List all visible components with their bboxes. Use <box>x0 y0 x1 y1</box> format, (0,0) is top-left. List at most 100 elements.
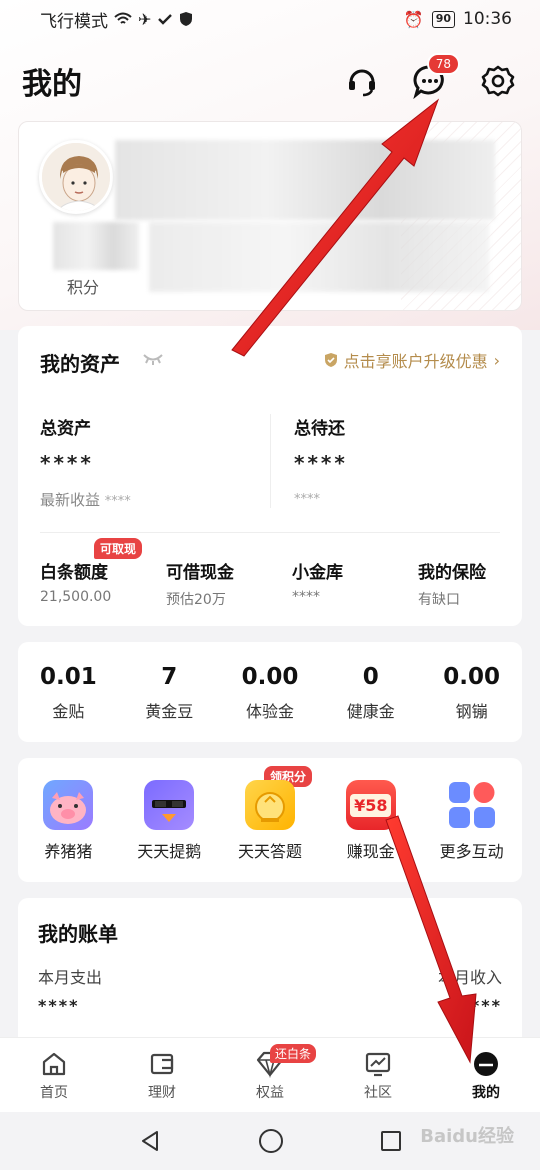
stat-trial-gold[interactable]: 0.00 体验金 <box>220 642 321 742</box>
interactive-games-card: 养猪猪 天天提鹅 领积分 天天答题 ¥58 赚现金 更多互动 <box>18 758 522 882</box>
battery-indicator: 90 <box>431 10 455 28</box>
airplane-icon: ✈ <box>138 9 152 29</box>
tab-label: 理财 <box>148 1085 176 1101</box>
latest-earnings-label: 最新收益 <box>40 491 101 509</box>
stat-label: 健康金 <box>346 702 395 721</box>
game-goose[interactable]: 天天提鹅 <box>119 758 220 882</box>
headset-icon <box>349 69 375 97</box>
hide-eye-icon[interactable] <box>142 352 164 366</box>
home-circle-icon[interactable] <box>258 1128 284 1154</box>
blurred-username <box>115 140 495 220</box>
stat-value: 0.00 <box>443 664 500 690</box>
baitiao-limit-label: 白条额度 <box>40 563 108 583</box>
alarm-icon: ⏰ <box>403 9 424 29</box>
tab-mine[interactable]: 我的 <box>432 1038 540 1112</box>
small-vault[interactable]: 小金库 **** <box>292 558 343 605</box>
baitiao-limit[interactable]: 白条额度 21,500.00 <box>40 558 111 605</box>
repay-badge: 还白条 <box>270 1044 317 1063</box>
upgrade-text: 点击享账户升级优惠 <box>343 352 488 371</box>
tab-finance[interactable]: 理财 <box>108 1038 216 1112</box>
shield-check-icon <box>324 353 337 367</box>
monthly-expense[interactable]: 本月支出 **** <box>38 964 102 1015</box>
tab-community[interactable]: 社区 <box>324 1038 432 1112</box>
stat-label: 金贴 <box>52 702 85 721</box>
monthly-expense-label: 本月支出 <box>38 968 103 987</box>
status-right: ⏰ 90 10:36 <box>404 9 512 29</box>
stat-value: 7 <box>161 664 178 690</box>
total-due-sub: **** <box>294 489 348 507</box>
borrowable-cash[interactable]: 可借现金 预估20万 <box>166 558 234 609</box>
my-insurance-label: 我的保险 <box>418 563 486 583</box>
bottom-tab-bar: 首页 理财 还白条 权益 社区 我的 <box>0 1037 540 1112</box>
recent-apps-icon[interactable] <box>380 1130 402 1152</box>
baitiao-limit-value: 21,500.00 <box>40 589 112 605</box>
home-icon <box>42 1052 66 1076</box>
small-vault-label: 小金库 <box>292 563 343 583</box>
stat-gold-beans[interactable]: 7 黄金豆 <box>119 642 220 742</box>
tab-home[interactable]: 首页 <box>0 1038 108 1112</box>
game-label: 天天答题 <box>237 842 302 861</box>
my-insurance-value: 有缺口 <box>418 592 460 608</box>
wifi-icon <box>114 12 132 24</box>
game-more[interactable]: 更多互动 <box>421 758 522 882</box>
status-bar: 飞行模式 ✈ ⏰ 90 10:36 <box>0 0 540 38</box>
upgrade-link[interactable]: 点击享账户升级优惠 › <box>324 348 500 372</box>
monthly-income[interactable]: 本月收入 **** <box>438 964 502 1015</box>
bill-card[interactable]: 我的账单 本月支出 **** 本月收入 **** <box>18 898 522 1048</box>
chevron-right-icon: › <box>493 350 500 370</box>
pig-icon <box>43 780 94 830</box>
baidu-watermark: Baidu经验 <box>420 1126 514 1147</box>
monthly-expense-value: **** <box>38 996 80 1015</box>
latest-earnings: 最新收益 **** <box>40 489 131 510</box>
row-divider <box>40 532 500 533</box>
tab-label: 权益 <box>256 1085 284 1101</box>
community-icon <box>365 1052 391 1077</box>
game-daily-quiz[interactable]: 领积分 天天答题 <box>220 758 321 882</box>
more-grid-icon <box>447 780 497 830</box>
stat-label: 体验金 <box>245 702 294 721</box>
profile-icon <box>474 1052 498 1076</box>
total-due-label: 总待还 <box>294 419 345 439</box>
monthly-income-label: 本月收入 <box>437 968 502 987</box>
stat-health-gold[interactable]: 0 健康金 <box>320 642 421 742</box>
game-label: 养猪猪 <box>44 842 93 861</box>
game-label: 天天提鹅 <box>137 842 202 861</box>
avatar[interactable] <box>39 140 113 214</box>
total-assets-value: **** <box>40 451 94 475</box>
rewards-stats-card: 0.01 金贴 7 黄金豆 0.00 体验金 0 健康金 0.00 钢镚 <box>18 642 522 742</box>
avatar-face-icon <box>42 143 110 211</box>
back-icon[interactable] <box>138 1129 162 1153</box>
total-assets[interactable]: 总资产 **** 最新收益 **** <box>40 414 131 510</box>
game-label: 赚现金 <box>346 842 395 861</box>
game-label: 更多互动 <box>439 842 504 861</box>
stat-label: 黄金豆 <box>145 702 194 721</box>
blurred-member-info <box>149 222 489 292</box>
assets-title: 我的资产 <box>40 352 120 376</box>
points-label: 积分 <box>67 278 100 297</box>
goose-icon <box>144 780 195 830</box>
game-earn-cash[interactable]: ¥58 赚现金 <box>320 758 421 882</box>
stat-jintie[interactable]: 0.01 金贴 <box>18 642 119 742</box>
profile-card[interactable]: 积分 <box>18 121 522 311</box>
tab-benefits[interactable]: 还白条 权益 <box>216 1038 324 1112</box>
page-title: 我的 <box>22 67 82 102</box>
messages-button[interactable]: 78 <box>410 53 460 101</box>
my-insurance[interactable]: 我的保险 有缺口 <box>418 558 486 609</box>
stat-coins[interactable]: 0.00 钢镚 <box>421 642 522 742</box>
customer-service-button[interactable] <box>342 61 382 101</box>
total-due-value: **** <box>294 451 348 475</box>
stat-value: 0 <box>362 664 379 690</box>
shield-icon <box>180 12 193 26</box>
borrowable-cash-label: 可借现金 <box>166 563 234 583</box>
total-assets-label: 总资产 <box>40 419 91 439</box>
clock: 10:36 <box>463 9 512 29</box>
tab-label: 首页 <box>40 1085 68 1101</box>
latest-earnings-value: **** <box>104 494 131 509</box>
game-raise-pig[interactable]: 养猪猪 <box>18 758 119 882</box>
withdrawable-tag: 可取现 <box>94 538 143 559</box>
status-left: 飞行模式 ✈ <box>40 7 193 32</box>
settings-button[interactable] <box>478 61 518 101</box>
column-divider <box>270 414 271 508</box>
total-due[interactable]: 总待还 **** **** <box>294 414 348 507</box>
cash-amount: ¥58 <box>350 793 392 817</box>
